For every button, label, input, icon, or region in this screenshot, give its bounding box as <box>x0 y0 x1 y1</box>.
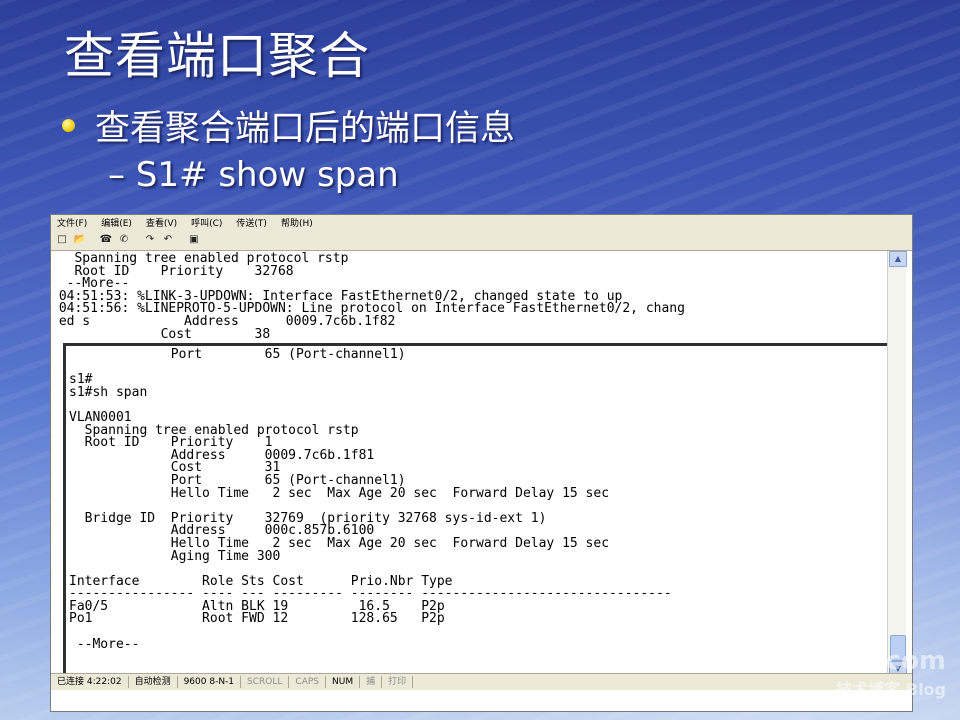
terminal-output[interactable]: Spanning tree enabled protocol rstp Root… <box>51 251 887 676</box>
watermark-logo: 51CTO.com 技术博客 Blog <box>781 646 946 700</box>
connect-icon[interactable]: ✆ <box>117 234 131 246</box>
status-caps: CAPS <box>289 676 326 688</box>
scroll-up-icon[interactable]: ▲ <box>889 251 907 267</box>
status-capture: 捕 <box>360 676 383 688</box>
terminal-overlay-window: Port 65 (Port-channel1) s1# s1#sh span V… <box>63 343 887 676</box>
bullet-dot-icon <box>62 119 75 132</box>
new-icon[interactable]: □ <box>55 234 69 246</box>
disconnect-icon[interactable]: ☎ <box>99 234 113 246</box>
menu-view[interactable]: 查看(V) <box>146 216 177 229</box>
receive-icon[interactable]: ↶ <box>161 234 175 246</box>
menu-edit[interactable]: 编辑(E) <box>101 216 132 229</box>
menu-bar: 文件(F) 编辑(E) 查看(V) 呼叫(C) 传送(T) 帮助(H) <box>51 215 912 230</box>
watermark-blog: Blog <box>905 680 946 699</box>
menu-call[interactable]: 呼叫(C) <box>191 216 222 229</box>
sub-bullet-command: – S1# show span <box>108 155 399 195</box>
send-icon[interactable]: ↷ <box>143 234 157 246</box>
status-scroll: SCROLL <box>241 676 290 688</box>
menu-file[interactable]: 文件(F) <box>57 216 87 229</box>
bullet-item: 查看聚合端口后的端口信息 <box>62 100 515 151</box>
status-num: NUM <box>326 676 361 688</box>
slide-title: 查看端口聚合 <box>64 27 370 85</box>
vertical-scrollbar[interactable]: ▲ ▼ <box>887 251 907 677</box>
watermark-sub: 技术博客 <box>836 680 901 699</box>
status-print: 打印 <box>382 676 414 688</box>
menu-help[interactable]: 帮助(H) <box>281 216 313 229</box>
hyperterminal-window: 文件(F) 编辑(E) 查看(V) 呼叫(C) 传送(T) 帮助(H) □ 📂 … <box>50 214 913 712</box>
status-baud: 9600 8-N-1 <box>178 676 242 688</box>
toolbar: □ 📂 ☎ ✆ ↷ ↶ ▣ <box>51 230 912 251</box>
properties-icon[interactable]: ▣ <box>187 234 201 246</box>
status-detect: 自动检测 <box>129 676 178 688</box>
terminal-span-output: Port 65 (Port-channel1) s1# s1#sh span V… <box>69 347 672 652</box>
status-connected: 已连接 4:22:02 <box>51 676 129 688</box>
watermark-site: 51CTO.com <box>781 646 946 676</box>
open-icon[interactable]: 📂 <box>73 234 87 246</box>
bullet-text: 查看聚合端口后的端口信息 <box>95 109 516 149</box>
terminal-upper-text: Spanning tree enabled protocol rstp Root… <box>58 251 685 342</box>
menu-transfer[interactable]: 传送(T) <box>236 216 267 229</box>
